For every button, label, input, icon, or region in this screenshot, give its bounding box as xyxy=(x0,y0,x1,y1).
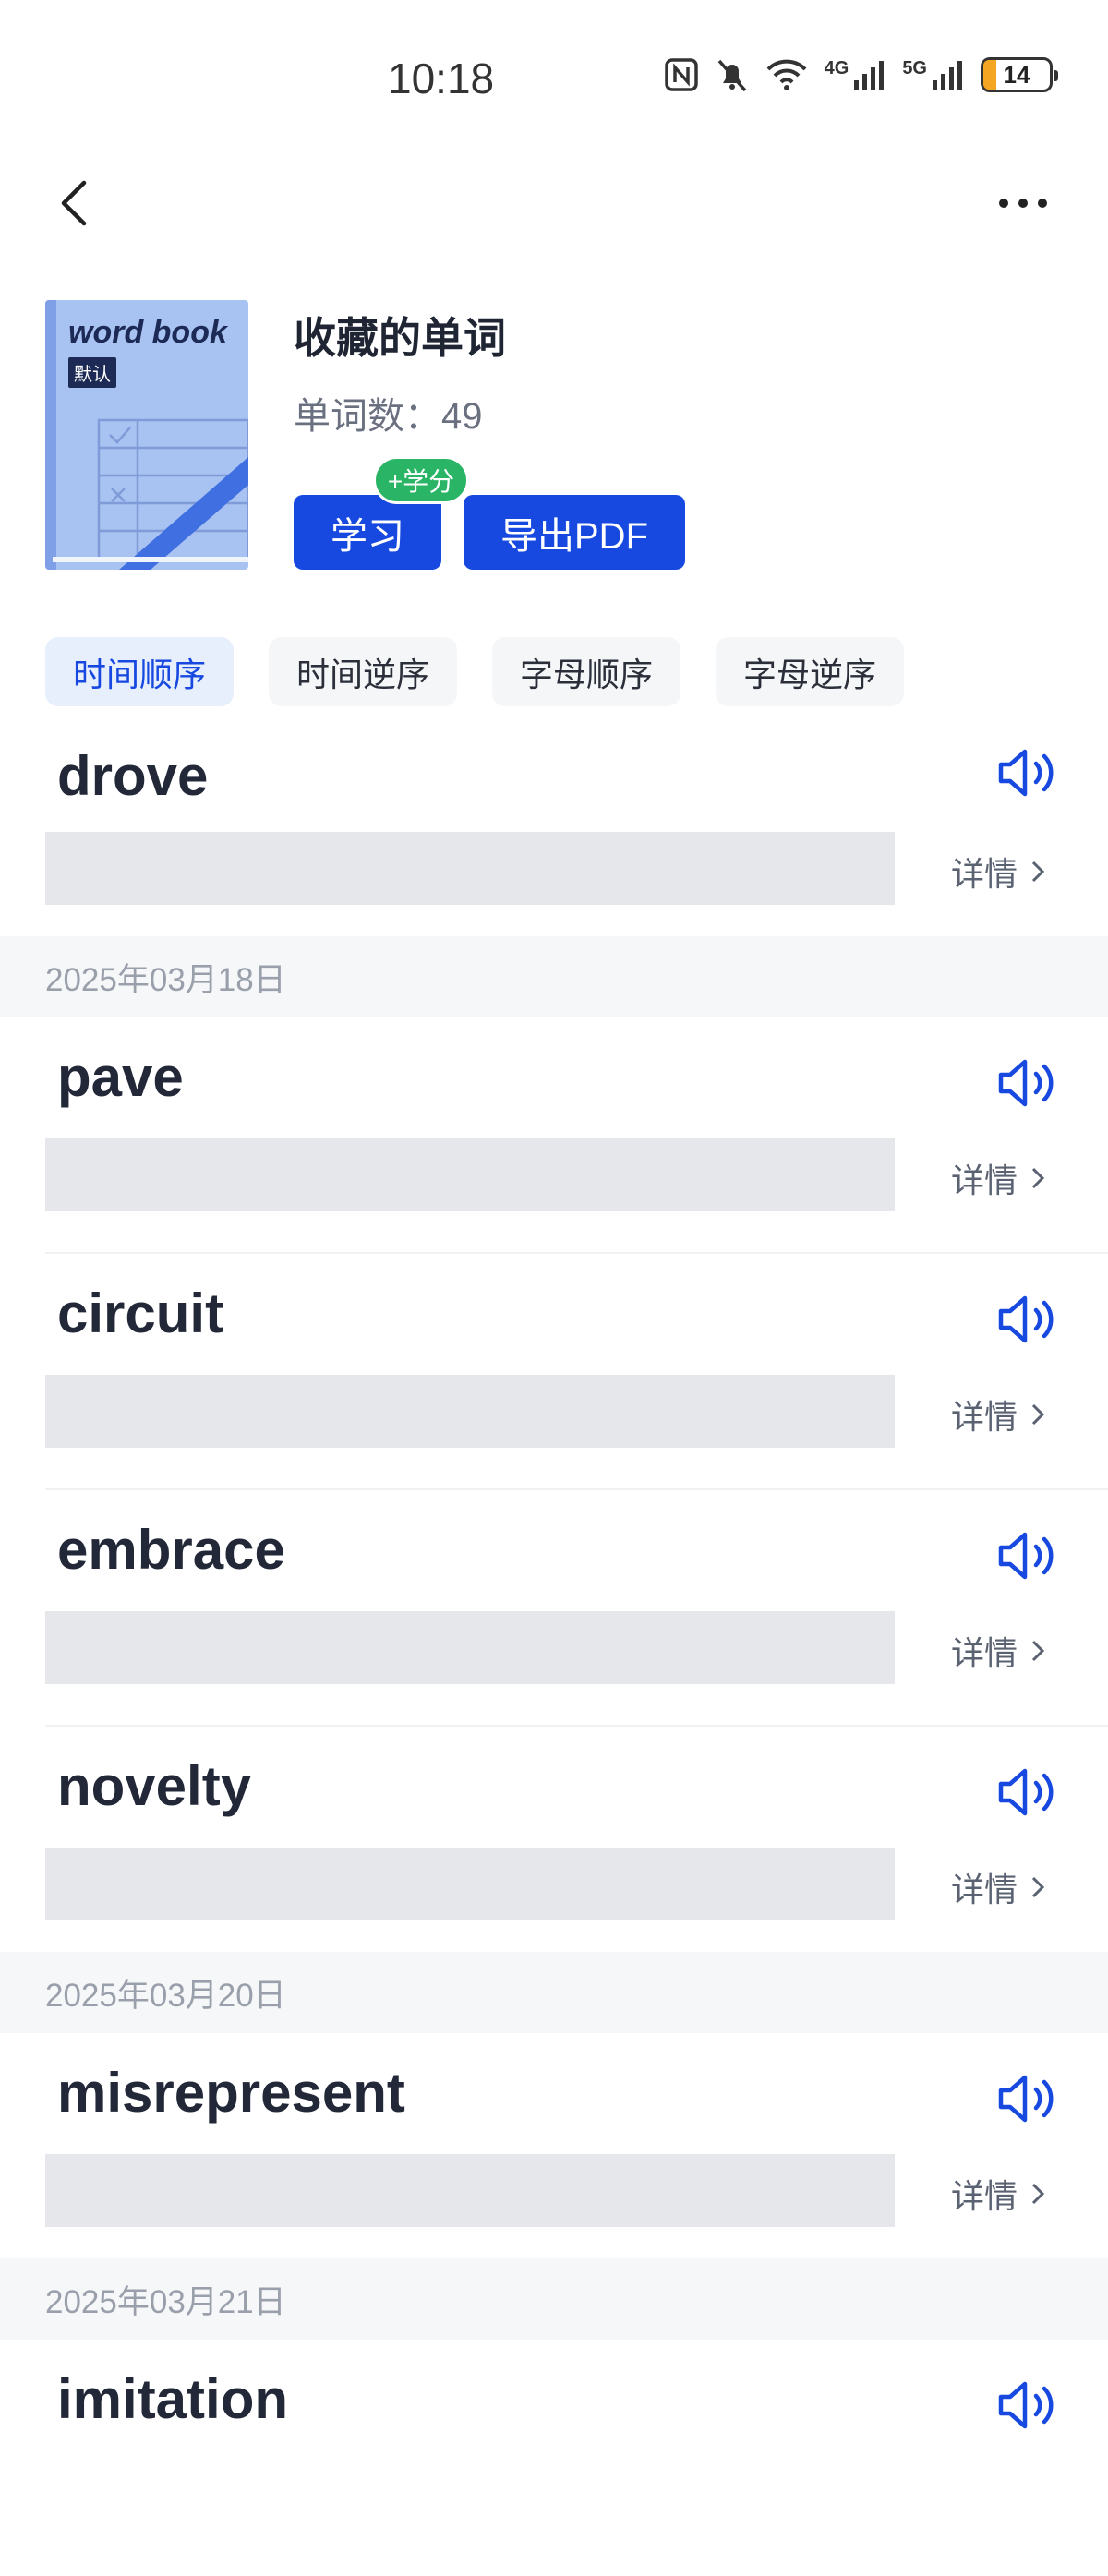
detail-link[interactable]: 详情 xyxy=(951,1863,1045,1911)
meaning-placeholder xyxy=(45,1611,895,1684)
book-cover: word book 默认 xyxy=(45,300,248,570)
signal-icon xyxy=(854,61,885,90)
chevron-right-icon xyxy=(1031,1640,1045,1662)
word-item[interactable]: imitation xyxy=(0,2340,1108,2576)
word-text: pave xyxy=(57,1046,184,1108)
cover-badge: 默认 xyxy=(68,357,116,388)
word-item[interactable]: pave 详情 xyxy=(0,1017,1108,1254)
signal-icon xyxy=(933,61,962,90)
date-header: 2025年03月20日 xyxy=(0,1952,1108,2033)
meaning-placeholder xyxy=(45,832,895,905)
chevron-right-icon xyxy=(1031,1167,1045,1189)
detail-label: 详情 xyxy=(951,1398,1018,1436)
status-time: 10:18 xyxy=(388,54,495,102)
detail-link[interactable]: 详情 xyxy=(951,2170,1045,2218)
meaning-placeholder xyxy=(45,1138,895,1211)
battery-level: 14 xyxy=(1003,60,1030,89)
speaker-icon[interactable] xyxy=(997,1293,1058,1346)
detail-label: 详情 xyxy=(951,855,1018,893)
word-item[interactable]: embrace 详情 xyxy=(0,1490,1108,1727)
meaning-placeholder xyxy=(45,2154,895,2227)
speaker-icon[interactable] xyxy=(997,2072,1058,2125)
status-bar: 10:18 4G 5G 14 xyxy=(0,0,1108,157)
network-label-2: 5G xyxy=(902,57,927,78)
chevron-right-icon xyxy=(1031,1876,1045,1898)
word-text: novelty xyxy=(57,1755,252,1817)
network-label-1: 4G xyxy=(824,57,849,78)
word-text: misrepresent xyxy=(57,2062,405,2124)
meaning-placeholder xyxy=(45,1848,895,1920)
word-text: drove xyxy=(57,745,209,807)
detail-label: 详情 xyxy=(951,1162,1018,1199)
speaker-icon[interactable] xyxy=(997,1056,1058,1110)
sort-tab-time-asc[interactable]: 时间顺序 xyxy=(45,637,235,706)
export-pdf-button[interactable]: 导出PDF xyxy=(464,495,685,570)
mute-bell-icon xyxy=(717,59,746,92)
word-count: 单词数：49 xyxy=(294,396,483,437)
back-arrow-icon[interactable] xyxy=(51,174,102,233)
word-item[interactable]: misrepresent 详情 xyxy=(0,2033,1108,2258)
detail-link[interactable]: 详情 xyxy=(951,1390,1045,1438)
word-item[interactable]: novelty 详情 xyxy=(0,1727,1108,1952)
nfc-icon xyxy=(664,58,698,91)
detail-label: 详情 xyxy=(951,2177,1018,2215)
sort-tab-alpha-desc[interactable]: 字母逆序 xyxy=(716,637,905,706)
more-options-icon[interactable] xyxy=(999,189,1054,217)
sort-tab-time-desc[interactable]: 时间逆序 xyxy=(269,637,458,706)
sort-tabs: 时间顺序 时间逆序 字母顺序 字母逆序 xyxy=(45,637,905,706)
speaker-icon[interactable] xyxy=(997,1765,1058,1819)
sort-tab-alpha-asc[interactable]: 字母顺序 xyxy=(492,637,681,706)
book-title: 收藏的单词 xyxy=(294,314,506,362)
speaker-icon[interactable] xyxy=(997,2378,1058,2432)
study-button[interactable]: 学习 xyxy=(294,495,441,570)
meaning-placeholder xyxy=(45,1375,895,1448)
cover-bottom-strip xyxy=(53,557,248,562)
chevron-right-icon xyxy=(1031,1403,1045,1426)
speaker-icon[interactable] xyxy=(997,746,1058,800)
word-text: embrace xyxy=(57,1519,285,1581)
detail-label: 详情 xyxy=(951,1634,1018,1672)
credit-badge: +学分 xyxy=(373,456,469,504)
date-header: 2025年03月18日 xyxy=(0,936,1108,1017)
cover-title: word book xyxy=(68,315,227,350)
word-list: drove 详情 2025年03月18日 pave 详情 circuit 详情 … xyxy=(0,711,1108,2576)
date-header: 2025年03月21日 xyxy=(0,2258,1108,2340)
status-icons: 4G 5G 14 xyxy=(664,57,1058,92)
detail-link[interactable]: 详情 xyxy=(951,848,1045,896)
word-text: imitation xyxy=(57,2368,288,2430)
word-item[interactable]: circuit 详情 xyxy=(0,1254,1108,1490)
battery-icon: 14 xyxy=(981,57,1058,92)
detail-link[interactable]: 详情 xyxy=(951,1627,1045,1675)
word-item[interactable]: drove 详情 xyxy=(0,711,1108,936)
chevron-right-icon xyxy=(1031,2183,1045,2205)
wifi-icon xyxy=(766,59,807,90)
chevron-right-icon xyxy=(1031,861,1045,883)
detail-link[interactable]: 详情 xyxy=(951,1154,1045,1202)
speaker-icon[interactable] xyxy=(997,1529,1058,1583)
detail-label: 详情 xyxy=(951,1871,1018,1908)
word-text: circuit xyxy=(57,1282,224,1344)
